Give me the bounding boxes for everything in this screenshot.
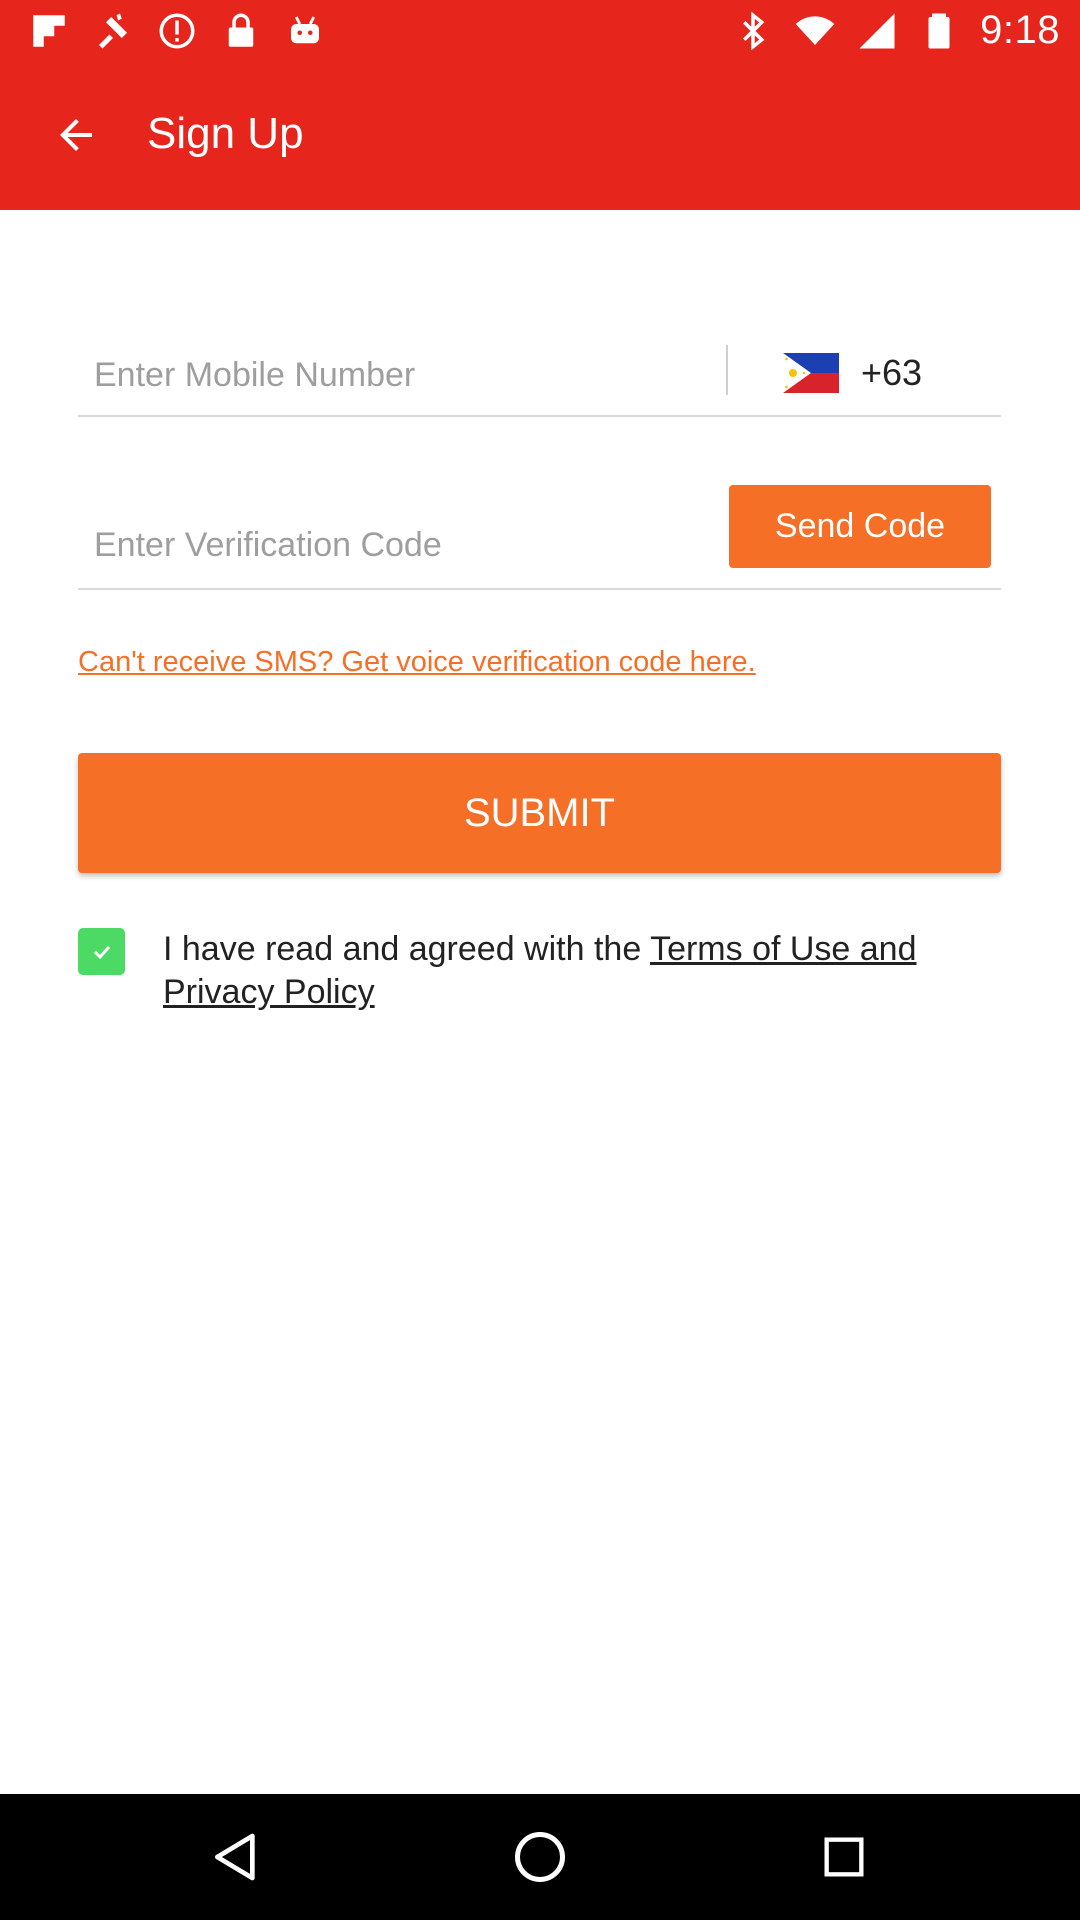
info-icon	[159, 13, 195, 49]
fake-gps-icon	[99, 13, 127, 49]
status-system-icons: 9:18	[732, 8, 1060, 53]
lock-icon	[228, 13, 254, 47]
philippines-flag-icon	[783, 352, 839, 393]
navigation-bar	[0, 1794, 1080, 1920]
agreement-text: I have read and agreed with the Terms of…	[163, 928, 993, 1014]
verification-code-input[interactable]	[78, 520, 730, 570]
mobile-number-field: +63	[78, 340, 1001, 417]
agreement-prefix: I have read and agreed with the	[163, 930, 651, 968]
back-nav-icon	[215, 1833, 255, 1881]
send-code-button[interactable]: Send Code	[729, 485, 991, 568]
back-button[interactable]	[40, 99, 112, 171]
mobile-number-input[interactable]	[78, 350, 730, 400]
battery-icon	[928, 13, 950, 48]
page-title: Sign Up	[147, 109, 304, 158]
recents-nav-icon	[824, 1837, 864, 1877]
nav-recents-button[interactable]	[814, 1827, 874, 1887]
arrow-back-icon	[60, 119, 92, 151]
app-bar: Sign Up	[0, 63, 1080, 210]
status-notification-icons	[28, 10, 326, 52]
country-code: +63	[861, 351, 923, 393]
check-icon	[93, 945, 110, 959]
nav-back-button[interactable]	[206, 1827, 266, 1887]
wifi-icon	[795, 15, 835, 45]
submit-button[interactable]: SUBMIT	[78, 753, 1001, 873]
nav-home-button[interactable]	[510, 1827, 570, 1887]
country-code-selector[interactable]: +63	[783, 350, 922, 395]
home-nav-icon	[515, 1832, 565, 1882]
bluetooth-icon	[743, 11, 765, 50]
status-clock: 9:18	[980, 8, 1060, 52]
voice-verification-link[interactable]: Can't receive SMS? Get voice verificatio…	[78, 646, 756, 679]
flipboard-icon	[33, 15, 65, 47]
signal-icon	[859, 13, 895, 48]
android-icon	[291, 16, 319, 44]
field-divider	[726, 345, 728, 395]
verification-code-field: Send Code	[78, 480, 1001, 590]
agree-checkbox[interactable]	[78, 928, 125, 975]
status-bar: 9:18	[0, 0, 1080, 63]
